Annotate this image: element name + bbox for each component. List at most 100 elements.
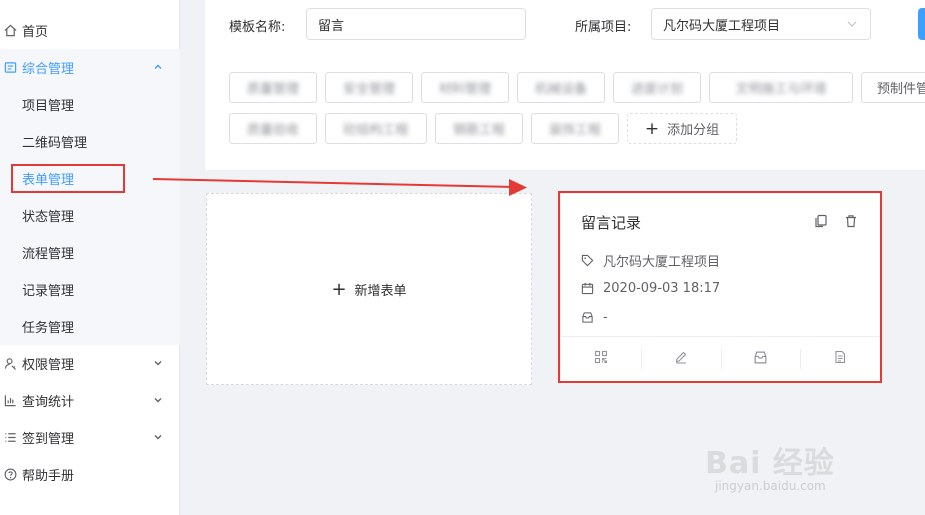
template-name-input[interactable]: 留言 <box>306 8 526 40</box>
records-button[interactable] <box>800 337 880 381</box>
sidebar: 首页 综合管理 项目管理 二维码管理 表单管理 状态管理 流程管理 记录管理 任… <box>0 0 180 515</box>
form-card-date-row: 2020-09-03 18:17 <box>581 281 720 296</box>
pencil-icon <box>674 350 688 368</box>
user-key-icon <box>2 357 18 370</box>
sidebar-item-label: 权限管理 <box>22 358 75 373</box>
sidebar-item-label: 查询统计 <box>22 395 75 410</box>
group-tag[interactable]: 钢筋工程 <box>435 113 523 144</box>
group-tag[interactable]: 材料管理 <box>421 72 509 103</box>
sidebar-item-task-management[interactable]: 任务管理 <box>0 308 180 345</box>
group-tag-label: 材料管理 <box>438 82 491 97</box>
sidebar-item-form-management[interactable]: 表单管理 <box>0 160 180 197</box>
group-tag-label: 装饰工程 <box>548 123 601 138</box>
group-tag[interactable]: 预制件管 <box>861 72 925 103</box>
new-form-card[interactable]: + 新增表单 <box>206 193 532 385</box>
sidebar-item-label: 任务管理 <box>22 321 75 336</box>
project-select[interactable]: 凡尔码大厦工程项目 <box>651 8 871 40</box>
qrcode-button[interactable] <box>561 337 641 381</box>
watermark-text: Bai 经验 <box>705 446 835 481</box>
sidebar-item-checkin-management[interactable]: 签到管理 <box>0 419 180 456</box>
sidebar-item-label: 二维码管理 <box>22 136 88 151</box>
form-card-title: 留言记录 <box>581 214 642 232</box>
sidebar-item-process-management[interactable]: 流程管理 <box>0 234 180 271</box>
baidu-watermark: Bai 经验 jingyan.baidu.com <box>705 438 915 498</box>
group-tag[interactable]: 进度计划 <box>613 72 701 103</box>
sidebar-item-help-manual[interactable]: 帮助手册 <box>0 456 180 493</box>
group-tag-label: 进度计划 <box>630 82 683 97</box>
group-tag[interactable]: 文明施工与环境 <box>709 72 853 103</box>
sidebar-item-label: 表单管理 <box>22 173 75 188</box>
sidebar-item-label: 综合管理 <box>22 62 75 77</box>
sidebar-item-home[interactable]: 首页 <box>0 12 180 49</box>
sidebar-item-label: 签到管理 <box>22 432 75 447</box>
add-group-button[interactable]: + 添加分组 <box>627 113 737 144</box>
group-tag-label: 机械设备 <box>534 82 587 97</box>
form-card: 留言记录 凡尔码大厦工程项目 2020-09-03 18:17 - <box>561 194 880 381</box>
sidebar-item-label: 记录管理 <box>22 284 75 299</box>
sidebar-item-status-management[interactable]: 状态管理 <box>0 197 180 234</box>
question-icon <box>2 468 18 481</box>
form-card-status-row: - <box>581 310 608 325</box>
group-tag-label: 质量管理 <box>246 82 299 97</box>
sidebar-item-label: 项目管理 <box>22 99 75 114</box>
archive-button[interactable] <box>720 337 801 381</box>
sidebar-item-label: 流程管理 <box>22 247 75 262</box>
group-tag[interactable]: 砼结构工程 <box>325 113 427 144</box>
sidebar-item-project-management[interactable]: 项目管理 <box>0 86 180 123</box>
new-form-label: 新增表单 <box>354 283 407 299</box>
template-name-label: 模板名称: <box>229 20 286 35</box>
calendar-icon <box>581 282 595 295</box>
inbox-icon <box>753 350 768 369</box>
group-tag-label: 安全管理 <box>342 82 395 97</box>
sidebar-item-permission-management[interactable]: 权限管理 <box>0 345 180 382</box>
project-select-value: 凡尔码大厦工程项目 <box>663 18 781 34</box>
search-button[interactable] <box>918 8 925 40</box>
bar-chart-icon <box>2 394 18 407</box>
list-icon <box>2 431 18 444</box>
sidebar-item-qrcode-management[interactable]: 二维码管理 <box>0 123 180 160</box>
sidebar-item-general-management[interactable]: 综合管理 <box>0 49 180 86</box>
group-tag-label: 文明施工与环境 <box>735 82 827 97</box>
submenu-general-management: 项目管理 二维码管理 表单管理 状态管理 流程管理 记录管理 任务管理 <box>0 86 180 345</box>
chevron-down-icon <box>153 394 163 409</box>
tag-icon <box>581 254 595 267</box>
chevron-up-icon <box>153 61 163 76</box>
group-tag[interactable]: 装饰工程 <box>531 113 619 144</box>
group-tag-label: 钢筋工程 <box>452 123 505 138</box>
group-tag[interactable]: 安全管理 <box>325 72 413 103</box>
edit-button[interactable] <box>640 337 721 381</box>
template-name-value: 留言 <box>318 18 345 34</box>
sidebar-item-label: 状态管理 <box>22 210 75 225</box>
add-group-label: 添加分组 <box>667 123 720 138</box>
copy-icon[interactable] <box>814 214 828 232</box>
group-tag[interactable]: 机械设备 <box>517 72 605 103</box>
project-label: 所属项目: <box>575 20 632 35</box>
grid-icon <box>2 61 18 74</box>
plus-icon: + <box>644 118 660 139</box>
document-icon <box>833 350 847 368</box>
inbox-icon <box>581 311 595 324</box>
group-tag-label: 质量验收 <box>246 123 299 138</box>
form-card-datetime: 2020-09-03 18:17 <box>603 281 721 296</box>
form-card-project-row: 凡尔码大厦工程项目 <box>581 251 720 270</box>
form-card-actions <box>561 336 880 381</box>
qrcode-icon <box>594 350 608 368</box>
watermark-url: jingyan.baidu.com <box>715 479 826 493</box>
form-card-status: - <box>603 310 608 325</box>
chevron-down-icon <box>846 18 858 34</box>
chevron-down-icon <box>153 357 163 372</box>
sidebar-item-query-statistics[interactable]: 查询统计 <box>0 382 180 419</box>
filter-panel: 模板名称: 留言 所属项目: 凡尔码大厦工程项目 质量管理 安全管理 材料管理 … <box>205 0 925 170</box>
sidebar-item-label: 帮助手册 <box>22 469 75 484</box>
sidebar-item-record-management[interactable]: 记录管理 <box>0 271 180 308</box>
home-icon <box>2 24 18 37</box>
trash-icon[interactable] <box>844 214 858 232</box>
group-tag-label: 砼结构工程 <box>343 123 409 138</box>
plus-icon: + <box>331 278 347 300</box>
form-card-project: 凡尔码大厦工程项目 <box>603 255 721 270</box>
group-tag[interactable]: 质量管理 <box>229 72 317 103</box>
chevron-down-icon <box>153 431 163 446</box>
group-tag-label: 预制件管 <box>877 82 925 97</box>
sidebar-item-label: 首页 <box>22 25 49 40</box>
group-tag[interactable]: 质量验收 <box>229 113 317 144</box>
